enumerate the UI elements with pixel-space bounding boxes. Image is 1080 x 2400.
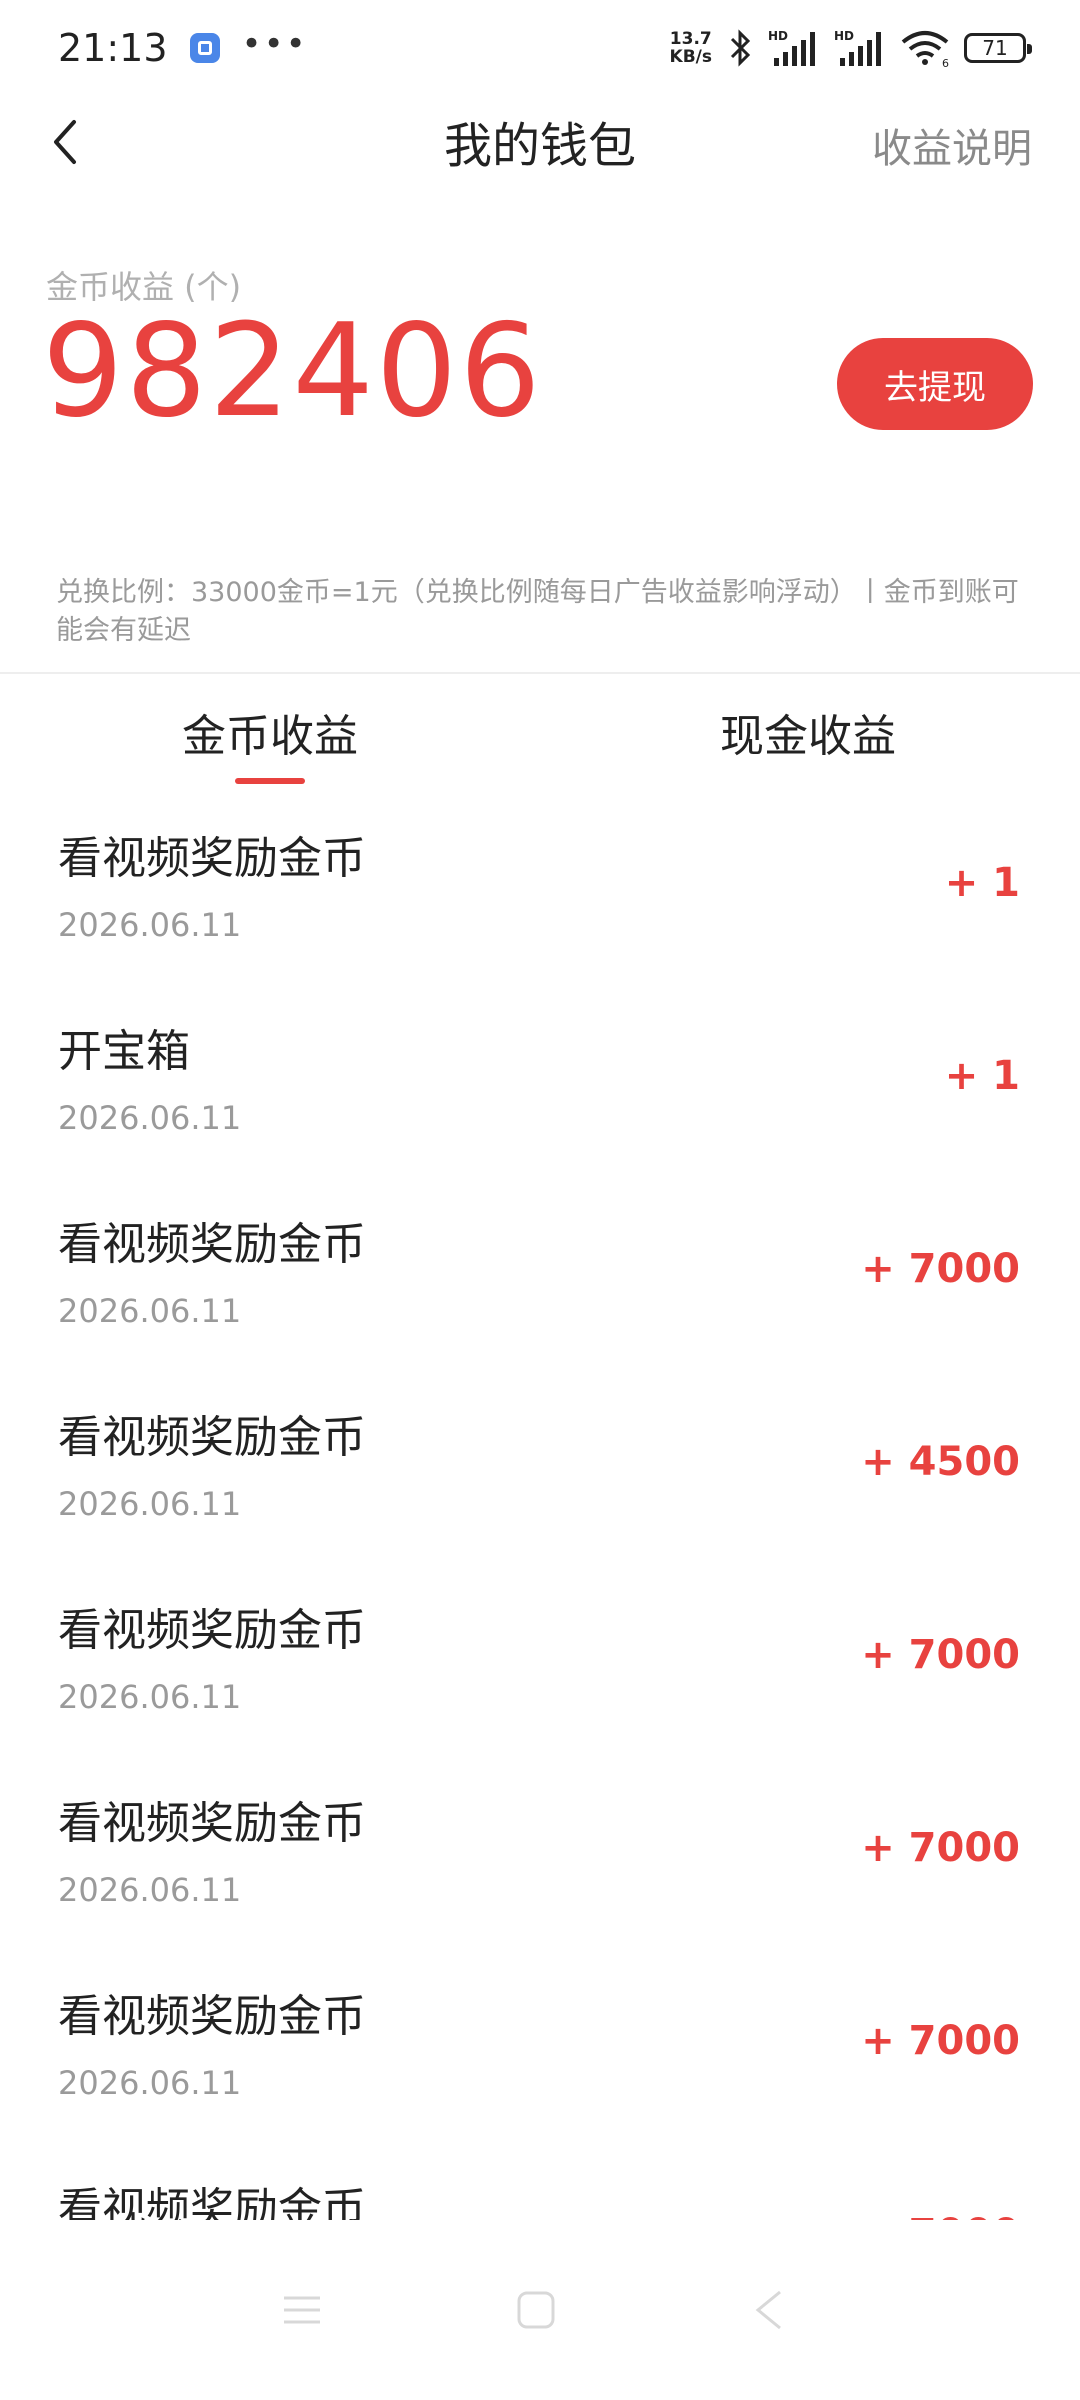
record-amount: + 7000 [861, 1825, 1020, 1871]
network-speed: 13.7 KB/s [670, 30, 712, 66]
record-date: 2026.06.11 [58, 906, 242, 944]
record-date: 2026.06.11 [58, 1678, 242, 1716]
more-notifications-icon: ••• [241, 24, 308, 64]
menu-icon [284, 2296, 320, 2324]
record-amount: + 1 [944, 1053, 1020, 1099]
list-item[interactable]: 看视频奖励金币 2026.06.11 + 1 [0, 800, 1080, 993]
record-title: 看视频奖励金币 [58, 1219, 366, 1270]
record-date: 2026.06.11 [58, 2064, 242, 2102]
status-bar: 21:13 ••• 13.7 KB/s HD HD 6 71 [0, 0, 1080, 96]
list-item[interactable]: 看视频奖励金币 2026.06.11 + 4500 [0, 1379, 1080, 1572]
record-title: 看视频奖励金币 [58, 2184, 366, 2220]
record-date: 2026.06.11 [58, 1292, 242, 1330]
battery-indicator: 71 [964, 33, 1032, 63]
signal-strength-icon-1: HD [768, 28, 820, 68]
record-amount: + 1 [944, 860, 1020, 906]
record-amount: + 4500 [861, 1439, 1020, 1485]
earnings-explanation-link[interactable]: 收益说明 [872, 116, 1032, 174]
record-amount: + 7000 [861, 1632, 1020, 1678]
list-item[interactable]: 看视频奖励金币 + 7000 [0, 2151, 1080, 2220]
nav-menu-button[interactable] [272, 2280, 332, 2340]
wifi-label: 6 [942, 57, 949, 68]
divider [0, 672, 1080, 674]
list-item[interactable]: 看视频奖励金币 2026.06.11 + 7000 [0, 1186, 1080, 1379]
active-tab-indicator [235, 778, 305, 784]
record-title: 看视频奖励金币 [58, 1798, 366, 1849]
signal-strength-icon-2: HD [834, 28, 886, 68]
tab-coin-earnings[interactable]: 金币收益 [120, 700, 420, 780]
withdraw-button[interactable]: 去提现 [837, 338, 1033, 430]
nav-home-button[interactable] [506, 2280, 566, 2340]
record-date: 2026.06.11 [58, 1099, 242, 1137]
network-speed-value: 13.7 [669, 29, 712, 49]
coin-balance-value: 982406 [42, 297, 543, 446]
exchange-rate-note: 兑换比例：33000金币=1元（兑换比例随每日广告收益影响浮动）丨金币到账可能会… [56, 577, 1019, 646]
network-speed-unit: KB/s [669, 47, 712, 67]
list-item[interactable]: 看视频奖励金币 2026.06.11 + 7000 [0, 1958, 1080, 2151]
signal-1-label: HD [768, 29, 788, 43]
nav-back-button[interactable] [740, 2280, 800, 2340]
status-bar-right: 13.7 KB/s HD HD 6 71 [670, 28, 1032, 68]
record-amount: + 7000 [861, 2018, 1020, 2064]
home-square-icon [517, 2291, 555, 2329]
record-title: 看视频奖励金币 [58, 833, 366, 884]
record-amount: + 7000 [861, 2211, 1020, 2220]
record-title: 看视频奖励金币 [58, 1412, 366, 1463]
system-navigation-bar [0, 2220, 1080, 2400]
list-item[interactable]: 看视频奖励金币 2026.06.11 + 7000 [0, 1765, 1080, 1958]
signal-2-label: HD [834, 29, 854, 43]
list-item[interactable]: 看视频奖励金币 2026.06.11 + 7000 [0, 1572, 1080, 1765]
bluetooth-icon [726, 29, 754, 67]
record-title: 开宝箱 [58, 1026, 190, 1077]
page-header: 我的钱包 收益说明 [0, 96, 1080, 186]
status-bar-left: 21:13 ••• [58, 24, 308, 70]
list-item[interactable]: 开宝箱 2026.06.11 + 1 [0, 993, 1080, 1186]
status-time: 21:13 [58, 26, 168, 70]
back-triangle-icon [755, 2290, 781, 2330]
record-date: 2026.06.11 [58, 1485, 242, 1523]
wifi-icon: 6 [900, 28, 950, 68]
record-date: 2026.06.11 [58, 1871, 242, 1909]
app-notification-icon [189, 33, 220, 63]
record-title: 看视频奖励金币 [58, 1605, 366, 1656]
record-amount: + 7000 [861, 1246, 1020, 1292]
tab-cash-earnings[interactable]: 现金收益 [658, 700, 958, 780]
earnings-list[interactable]: 看视频奖励金币 2026.06.11 + 1 开宝箱 2026.06.11 + … [0, 800, 1080, 2220]
record-title: 看视频奖励金币 [58, 1991, 366, 2042]
